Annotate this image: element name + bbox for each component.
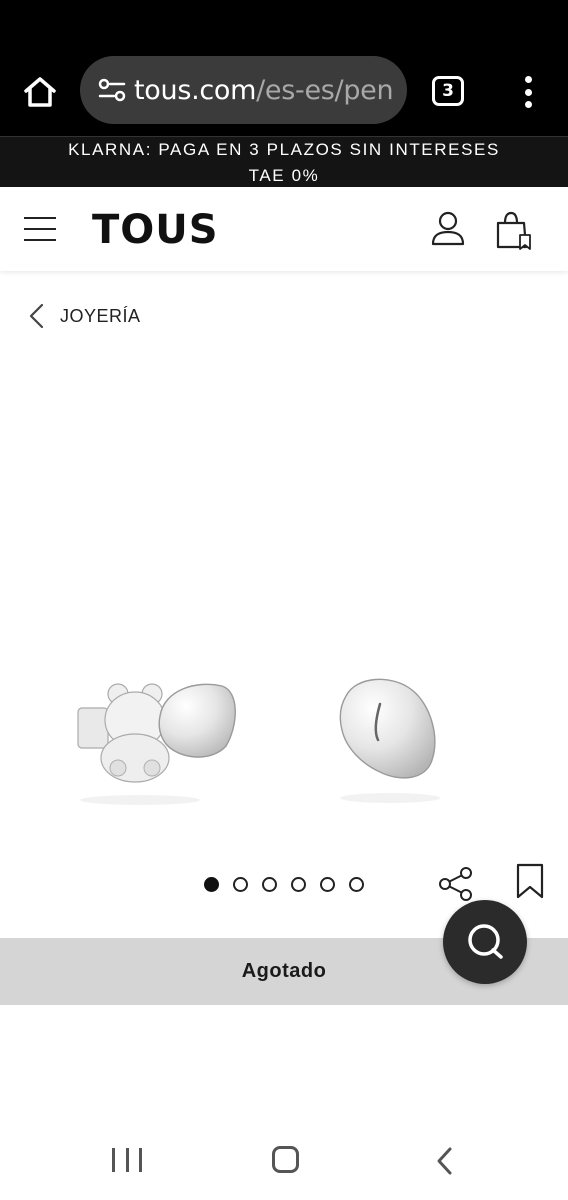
chevron-left-icon [29,303,44,329]
home-icon [24,77,56,107]
carousel-dot[interactable] [291,877,306,892]
wishlist-button[interactable] [514,862,546,900]
browser-toolbar: tous.com/es-es/pen 3 [0,48,568,136]
breadcrumb[interactable]: JOYERÍA [26,300,141,332]
tab-switcher-button[interactable]: 3 [432,76,464,106]
share-button[interactable] [438,866,474,902]
chat-search-icon [468,924,503,959]
promo-line-1: KLARNA: PAGA EN 3 PLAZOS SIN INTERESES [68,140,500,159]
promo-banner: KLARNA: PAGA EN 3 PLAZOS SIN INTERESES T… [0,136,568,187]
status-bar [0,0,568,48]
breadcrumb-label: JOYERÍA [60,305,141,326]
carousel-dot[interactable] [262,877,277,892]
back-icon[interactable] [432,1146,458,1176]
product-image[interactable] [0,640,568,820]
system-nav-bar [0,1120,568,1200]
carousel-dot[interactable] [349,877,364,892]
site-settings-icon [98,78,126,102]
account-button[interactable] [428,209,468,249]
home-button[interactable] [18,72,62,112]
url-host: tous.com [134,74,257,106]
hamburger-menu-icon[interactable] [24,217,56,241]
url-path: /es-es/pen [256,74,394,106]
chat-button[interactable] [443,900,527,984]
site-settings-button[interactable] [92,70,132,110]
recents-icon[interactable] [112,1148,142,1174]
shopping-bag-icon [496,211,531,250]
system-home-icon[interactable] [272,1146,299,1173]
cart-button[interactable] [492,209,532,253]
share-icon [439,867,472,901]
bookmark-icon [516,863,544,899]
more-vert-icon[interactable] [516,72,540,112]
user-icon [431,211,465,246]
promo-line-2: TAE 0% [248,166,320,185]
carousel-dot[interactable] [320,877,335,892]
carousel-dot[interactable] [233,877,248,892]
url-text: tous.com/es-es/pen [134,74,394,106]
site-header: TOUS [0,187,568,271]
carousel-dots [204,877,364,892]
tous-logo[interactable]: TOUS [92,207,219,253]
address-bar[interactable]: tous.com/es-es/pen [80,56,407,124]
carousel-dot[interactable] [204,877,219,892]
